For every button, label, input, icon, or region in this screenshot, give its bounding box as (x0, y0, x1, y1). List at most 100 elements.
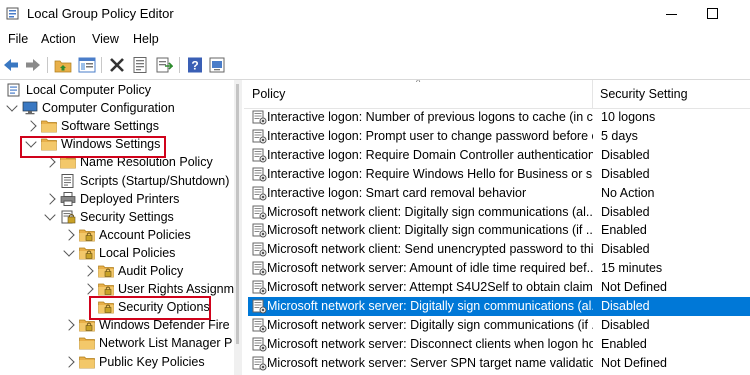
collapse-arrow-icon[interactable] (63, 245, 75, 257)
policy-name: Microsoft network server: Server SPN tar… (267, 355, 593, 370)
tree-item-label: Audit Policy (118, 264, 184, 278)
tree-item-security-settings[interactable]: Security Settings (0, 208, 234, 227)
policy-row[interactable]: Microsoft network server: Digitally sign… (248, 297, 750, 316)
tree-item-label: Local Computer Policy (26, 83, 152, 97)
policy-name: Interactive logon: Number of previous lo… (267, 110, 593, 124)
collapse-arrow-icon[interactable] (6, 100, 18, 112)
policy-name: Microsoft network server: Digitally sign… (267, 299, 593, 313)
menu-file[interactable]: File (8, 32, 28, 46)
policy-row[interactable]: Interactive logon: Require Windows Hello… (248, 165, 750, 184)
policy-name: Interactive logon: Require Windows Hello… (267, 166, 593, 181)
export-list-icon[interactable] (155, 55, 174, 75)
policy-name: Interactive logon: Prompt user to change… (267, 128, 593, 143)
menu-bar: File Action View Help (0, 29, 750, 51)
policy-row[interactable]: Microsoft network client: Digitally sign… (248, 221, 750, 240)
tree-item-label: Public Key Policies (99, 354, 205, 369)
policy-name: Microsoft network server: Amount of idle… (267, 261, 593, 276)
computer-policy-icon (6, 83, 22, 97)
collapse-arrow-icon[interactable] (44, 209, 56, 221)
policy-name: Interactive logon: Require Domain Contro… (267, 147, 593, 162)
policy-setting-icon (252, 299, 267, 314)
policy-row[interactable]: Microsoft network server: Server SPN tar… (248, 354, 750, 373)
window-title: Local Group Policy Editor (27, 6, 174, 21)
back-icon[interactable] (2, 55, 20, 75)
policy-setting-icon (252, 280, 267, 295)
policy-row[interactable]: Microsoft network server: Amount of idle… (248, 259, 750, 278)
console-tree: Local Computer Policy Computer Configurat… (0, 80, 234, 375)
policy-row[interactable]: Microsoft network server: Digitally sign… (248, 316, 750, 335)
show-hide-tree-icon[interactable] (78, 55, 96, 75)
tree-item-network-list-manager-p[interactable]: Network List Manager P (0, 334, 234, 353)
column-header-policy[interactable]: Policy (252, 87, 285, 101)
column-divider[interactable] (592, 80, 593, 108)
policy-row[interactable]: Interactive logon: Number of previous lo… (248, 108, 750, 127)
tree-item-public-key-policies[interactable]: Public Key Policies (0, 353, 234, 372)
expand-arrow-icon[interactable] (25, 120, 37, 132)
tree-item-label: Software Settings (61, 119, 159, 134)
expand-arrow-icon[interactable] (63, 229, 75, 241)
policy-setting-icon (252, 356, 267, 371)
tree-item-label: Scripts (Startup/Shutdown) (80, 173, 230, 188)
policy-setting-value: Disabled (601, 317, 650, 332)
list-header: ^ Policy Security Setting (244, 80, 750, 109)
tree-scrollbar-thumb[interactable] (236, 84, 239, 344)
policy-setting-value: Enabled (601, 336, 647, 351)
policy-setting-value: 5 days (601, 128, 638, 143)
policy-name: Microsoft network client: Digitally sign… (267, 204, 593, 219)
locked-folder-icon (98, 282, 114, 296)
tree-item-deployed-printers[interactable]: Deployed Printers (0, 190, 234, 209)
policy-setting-icon (252, 261, 267, 276)
policy-name: Microsoft network server: Attempt S4U2Se… (267, 280, 593, 295)
tree-item-local-policies[interactable]: Local Policies (0, 244, 234, 263)
policy-setting-icon (252, 223, 267, 238)
tree-item-account-policies[interactable]: Account Policies (0, 226, 234, 245)
delete-icon[interactable] (108, 55, 126, 75)
security-settings-icon (60, 210, 76, 224)
expand-arrow-icon[interactable] (44, 192, 56, 205)
policy-setting-icon (252, 167, 267, 182)
help-icon[interactable]: ? (186, 55, 204, 75)
menu-action[interactable]: Action (41, 32, 76, 46)
policy-name: Microsoft network client: Send unencrypt… (267, 242, 593, 257)
tree-item-label: Account Policies (99, 227, 191, 242)
tree-item-scripts-startup-shutdown[interactable]: Scripts (Startup/Shutdown) (0, 172, 234, 191)
tree-item-local-computer-policy[interactable]: Local Computer Policy (0, 81, 234, 100)
folder-icon (79, 355, 95, 369)
expand-arrow-icon[interactable] (82, 265, 94, 277)
tree-item-software-settings[interactable]: Software Settings (0, 117, 234, 136)
policy-setting-value: Disabled (601, 204, 650, 219)
toolbar-separator (101, 57, 102, 73)
minimize-button[interactable] (660, 4, 684, 24)
tree-item-computer-configuration[interactable]: Computer Configuration (0, 99, 234, 118)
policy-setting-icon (252, 110, 267, 125)
expand-arrow-icon[interactable] (63, 355, 75, 368)
tree-item-audit-policy[interactable]: Audit Policy (0, 262, 234, 281)
tree-item-label: User Rights Assignm (118, 282, 234, 297)
policy-name: Microsoft network server: Disconnect cli… (267, 336, 593, 351)
policy-row[interactable]: Microsoft network client: Send unencrypt… (248, 240, 750, 259)
policy-row[interactable]: Interactive logon: Prompt user to change… (248, 127, 750, 146)
tree-item-label: Deployed Printers (80, 191, 180, 206)
policy-row[interactable]: Microsoft network server: Attempt S4U2Se… (248, 278, 750, 297)
policy-row[interactable]: Interactive logon: Smart card removal be… (248, 184, 750, 203)
policy-setting-value: Disabled (601, 147, 650, 162)
expand-arrow-icon[interactable] (82, 283, 94, 295)
policy-list: ^ Policy Security Setting Interactive lo… (244, 80, 750, 375)
policy-row[interactable]: Microsoft network server: Disconnect cli… (248, 335, 750, 354)
expand-arrow-icon[interactable] (44, 156, 56, 169)
policy-row[interactable]: Microsoft network client: Digitally sign… (248, 203, 750, 222)
properties-icon[interactable] (131, 55, 149, 75)
policy-row[interactable]: Interactive logon: Require Domain Contro… (248, 146, 750, 165)
policy-setting-icon (252, 186, 267, 201)
column-header-security-setting[interactable]: Security Setting (600, 87, 688, 101)
menu-view[interactable]: View (92, 32, 119, 46)
up-folder-icon[interactable] (54, 55, 72, 75)
forward-icon[interactable] (24, 55, 42, 75)
app-icon (6, 7, 19, 20)
maximize-button[interactable] (700, 4, 724, 24)
expand-arrow-icon[interactable] (63, 319, 75, 331)
locked-folder-icon (79, 228, 95, 242)
menu-help[interactable]: Help (133, 32, 159, 46)
policy-setting-value: Not Defined (601, 280, 668, 295)
help-topics-icon[interactable] (208, 55, 226, 75)
